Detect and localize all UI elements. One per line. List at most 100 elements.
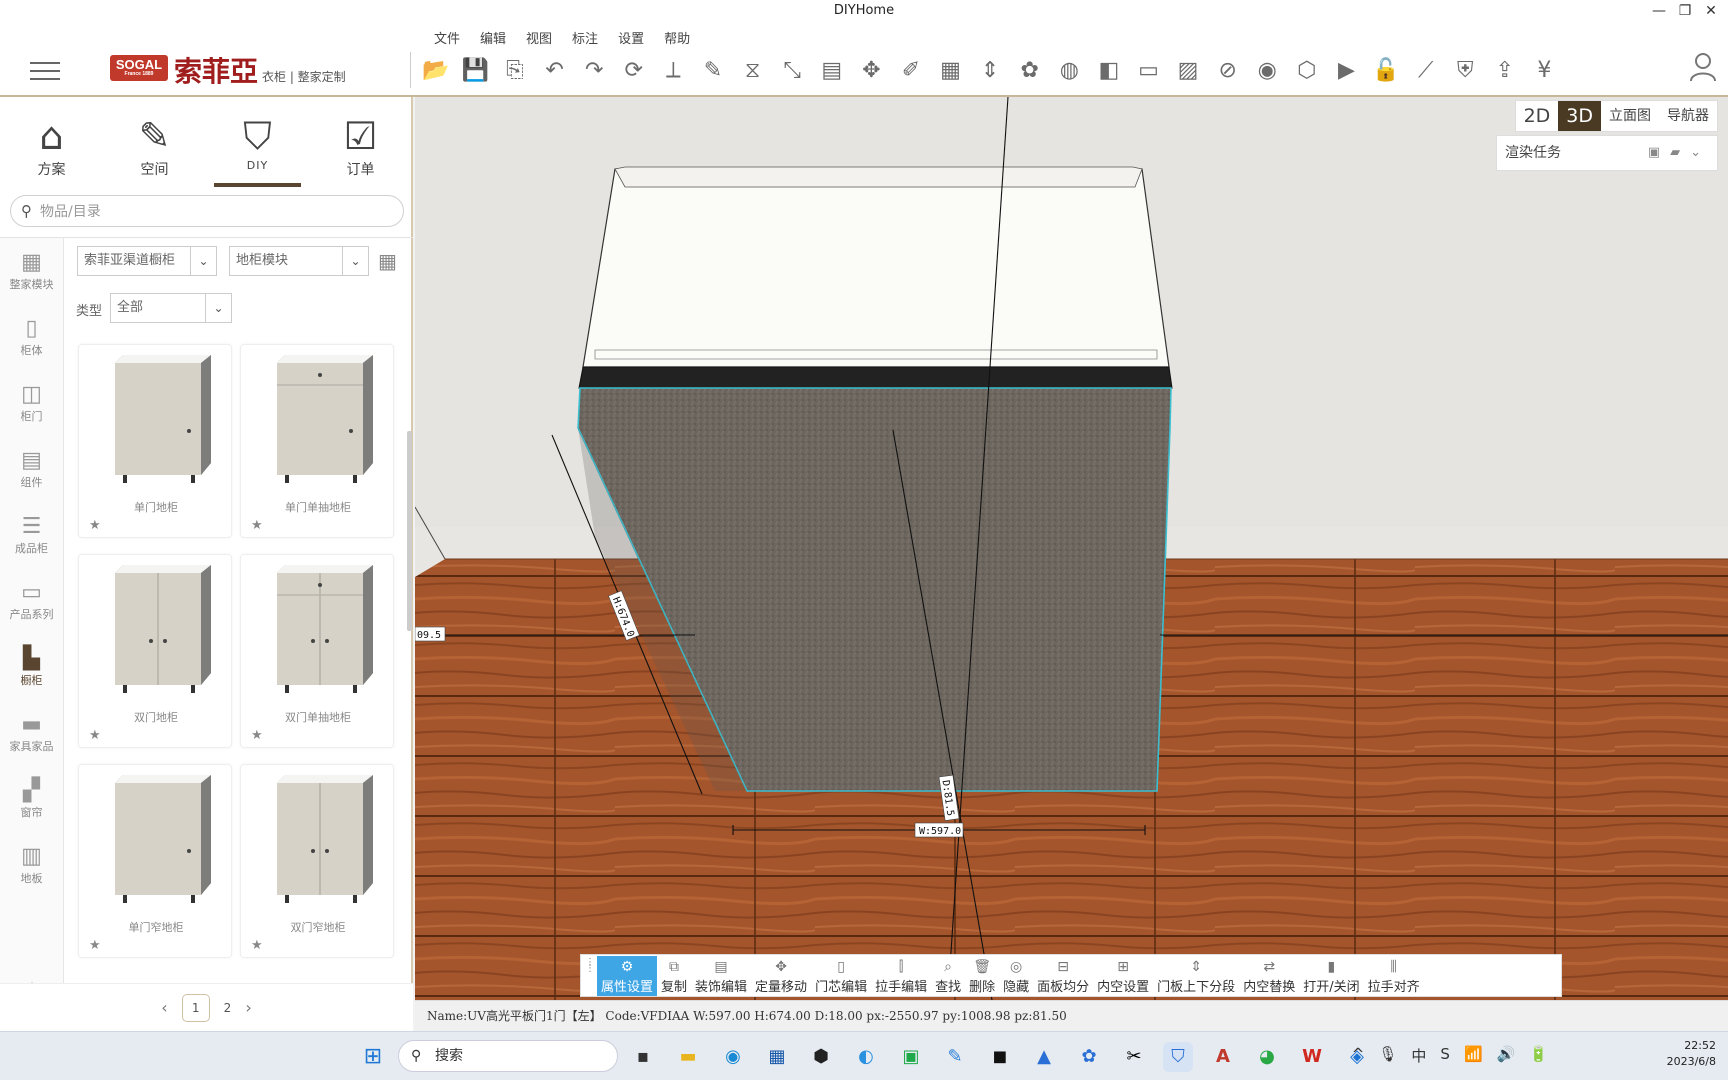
measure-icon[interactable]: ⤡ [772,52,812,88]
category-item[interactable]: ▭ 产品系列 [0,568,63,634]
category-item[interactable]: ◫ 柜门 [0,370,63,436]
price-icon[interactable]: ¥ [1525,52,1565,88]
open-icon[interactable]: 📂 [416,52,456,88]
grid-view-icon[interactable]: ▦ [378,249,397,273]
camera-app-icon[interactable]: ◼ [985,1042,1015,1072]
tray-icon[interactable]: 📶 [1464,1045,1483,1066]
shield-icon[interactable]: ⛨ [1445,52,1485,88]
chat-icon[interactable]: ✎ [940,1042,970,1072]
catalog-search-input[interactable]: ⚲ 物品/目录 [10,195,404,227]
restore-button[interactable]: ❐ [1672,0,1698,22]
menu-item[interactable]: 设置 [618,28,644,47]
wechat-icon[interactable]: ◕ [1252,1042,1282,1072]
view-mode-2[interactable]: 立面图 [1601,101,1659,131]
wps-icon[interactable]: W [1297,1042,1327,1072]
export-icon[interactable]: ⇪ [1485,52,1525,88]
save-as-icon[interactable]: ⎘ [495,52,535,88]
context-action-button[interactable]: ◎ 隐藏 [999,956,1033,996]
series-select[interactable]: 索菲亚渠道橱柜 ⌄ [77,246,217,276]
context-action-button[interactable]: ⇄ 内空替换 [1239,956,1299,996]
category-item[interactable]: ▥ 地板 [0,832,63,898]
context-action-button[interactable]: ⊟ 面板均分 [1033,956,1093,996]
show-icon[interactable]: ◉ [1247,52,1287,88]
edge-browser-icon[interactable]: ◉ [718,1042,748,1072]
menu-item[interactable]: 视图 [526,28,552,47]
tray-icon[interactable]: 中 [1411,1045,1426,1066]
paint-icon[interactable]: ✐ [891,52,931,88]
category-item[interactable]: ☰ 成品柜 [0,502,63,568]
diyhome-taskbar-icon[interactable]: ⛉ [1163,1042,1193,1072]
context-action-button[interactable]: ✥ 定量移动 [751,956,811,996]
minimize-button[interactable]: — [1646,0,1672,22]
scene-canvas[interactable]: H:674.0 09.5 W:597.0 D:81.5 [415,97,1728,1000]
app-icon[interactable]: ⬢ [806,1042,836,1072]
context-action-button[interactable]: ⇕ 门板上下分段 [1153,956,1239,996]
tray-icon[interactable]: ^ [1352,1045,1365,1066]
3d-viewport[interactable]: H:674.0 09.5 W:597.0 D:81.5 2D 3D 立面图 导航器 渲… [415,97,1728,1000]
context-action-button[interactable]: 🗑 删除 [965,956,999,996]
task-view-icon[interactable]: ▪ [628,1042,658,1072]
drag-handle-icon[interactable]: ⋮ ⋮ [585,958,597,990]
star-icon[interactable]: ★ [89,938,101,953]
move-icon[interactable]: ✥ [852,52,892,88]
star-icon[interactable]: ★ [89,728,101,743]
list-icon[interactable]: ▤ [812,52,852,88]
category-item[interactable]: ▞ 窗帘 [0,766,63,832]
product-card[interactable]: 双门单抽地柜 ★ [240,554,394,748]
mirror-icon[interactable]: ⧖ [733,52,773,88]
grid-icon[interactable]: ▦ [931,52,971,88]
hide-icon[interactable]: ⊘ [1208,52,1248,88]
product-scrollbar[interactable] [407,431,412,631]
refresh-icon[interactable]: ⟳ [614,52,654,88]
clock[interactable]: 22:52 2023/6/8 [1667,1038,1716,1070]
product-card[interactable]: 单门地柜 ★ [78,344,232,538]
menu-hamburger-icon[interactable] [30,62,60,82]
undo-icon[interactable]: ↶ [535,52,575,88]
star-icon[interactable]: ★ [251,728,263,743]
module-select[interactable]: 地柜模块 ⌄ [229,246,369,276]
window-icon[interactable]: ▭ [1129,52,1169,88]
pencil-icon[interactable]: ✎ [693,52,733,88]
star-icon[interactable]: ★ [251,518,263,533]
render-task-panel[interactable]: 渲染任务 ▣▰⌄ [1496,135,1718,171]
context-action-button[interactable]: ⌕ 查找 [931,956,965,996]
product-card[interactable]: 双门地柜 ★ [78,554,232,748]
star-icon[interactable]: ★ [89,518,101,533]
context-action-button[interactable]: ⧉ 复制 [657,956,691,996]
taskbar-search[interactable]: ⚲ 搜索 [398,1040,618,1072]
menu-item[interactable]: 编辑 [480,28,506,47]
dimension-icon[interactable]: ⟂ [654,52,694,88]
app-flower-icon[interactable]: ✿ [1074,1042,1104,1072]
context-action-button[interactable]: ⚙ 属性设置 [597,956,658,996]
image-icon[interactable]: ▨ [1168,52,1208,88]
context-action-button[interactable]: ⊞ 内空设置 [1093,956,1153,996]
tray-icon[interactable]: 🔋 [1529,1045,1548,1066]
tab-house[interactable]: ⌂ 方案 [0,97,103,187]
context-action-button[interactable]: ⫿ 拉手编辑 [871,956,931,996]
view-mode-1[interactable]: 3D [1558,101,1601,131]
category-item[interactable]: ▤ 组件 [0,436,63,502]
close-button[interactable]: ✕ [1698,0,1724,22]
star-icon[interactable]: ★ [251,938,263,953]
capcut-icon[interactable]: ✂ [1119,1042,1149,1072]
menu-item[interactable]: 帮助 [664,28,690,47]
lock-icon[interactable]: 🔓 [1366,52,1406,88]
tray-icon[interactable]: 🔊 [1497,1045,1516,1066]
page-number[interactable]: 1 [181,993,210,1022]
ruler-icon[interactable]: ⟋ [1406,52,1446,88]
app-green-icon[interactable]: ▣ [896,1042,926,1072]
context-action-button[interactable]: ▤ 装饰编辑 [691,956,751,996]
tab-diy[interactable]: ⛉ DIY [206,97,309,187]
height-icon[interactable]: ⇕ [970,52,1010,88]
box-icon[interactable]: ⬡ [1287,52,1327,88]
category-item[interactable]: ▦ 整家模块 [0,238,63,304]
tray-icon[interactable]: 🎙 [1378,1045,1397,1066]
redo-icon[interactable]: ↷ [574,52,614,88]
windows-start-icon[interactable]: ⊞ [358,1042,388,1072]
tab-edit[interactable]: ✎ 空间 [103,97,206,187]
flower-icon[interactable]: ✿ [1010,52,1050,88]
tab-checklist[interactable]: ☑ 订单 [309,97,412,187]
product-card[interactable]: 单门窄地柜 ★ [78,764,232,958]
camera-icon[interactable]: ▶ [1327,52,1367,88]
type-select[interactable]: 全部 ⌄ [110,293,232,323]
